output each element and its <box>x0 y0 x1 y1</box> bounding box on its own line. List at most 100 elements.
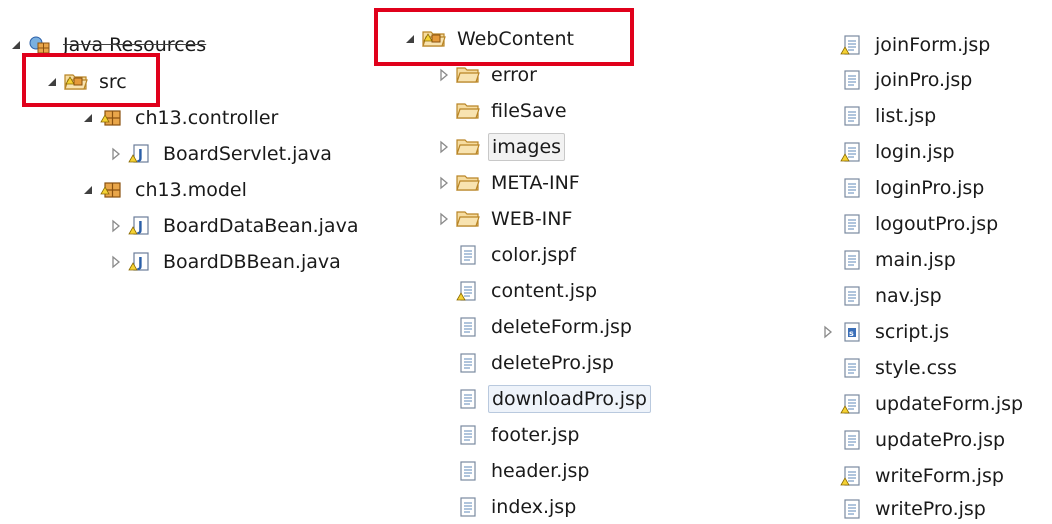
package-icon <box>100 107 124 129</box>
collapsed-twistie-icon[interactable] <box>436 211 452 227</box>
collapsed-twistie-icon[interactable] <box>108 254 124 270</box>
file-icon <box>840 105 864 127</box>
package-icon <box>100 179 124 201</box>
tree-item-file[interactable]: index.jsp <box>436 492 579 522</box>
file-icon <box>840 285 864 307</box>
tree-item-label: login.jsp <box>875 141 955 163</box>
java-file-icon <box>128 215 152 237</box>
tree-item-label: logoutPro.jsp <box>875 213 999 235</box>
tree-item-file[interactable]: script.js <box>820 317 952 347</box>
tree-item-file[interactable]: deletePro.jsp <box>436 348 617 378</box>
tree-item-file[interactable]: login.jsp <box>820 137 958 167</box>
tree-item-file[interactable]: writeForm.jsp <box>820 461 1007 491</box>
java-file-icon <box>128 143 152 165</box>
file-icon <box>456 496 480 518</box>
tree-item-file[interactable]: main.jsp <box>820 245 959 275</box>
tree-item-label: writePro.jsp <box>875 498 986 520</box>
tree-item-label: main.jsp <box>875 249 956 271</box>
collapsed-twistie-icon[interactable] <box>108 146 124 162</box>
tree-item-folder[interactable]: fileSave <box>436 96 570 126</box>
tree-item-label: joinForm.jsp <box>875 34 991 56</box>
tree-item-label: deleteForm.jsp <box>491 316 632 338</box>
tree-item-file[interactable]: updatePro.jsp <box>820 425 1008 455</box>
expanded-twistie-icon[interactable] <box>8 37 24 53</box>
tree-item-java-file[interactable]: BoardDataBean.java <box>108 211 361 241</box>
tree-item-java-file[interactable]: BoardDBBean.java <box>108 247 344 277</box>
tree-item-label: WEB-INF <box>491 208 573 230</box>
collapsed-twistie-icon[interactable] <box>436 175 452 191</box>
file-icon <box>840 357 864 379</box>
tree-item-label: error <box>491 64 537 86</box>
tree-item-label: list.jsp <box>875 105 937 127</box>
tree-item-folder[interactable]: WEB-INF <box>436 204 575 234</box>
tree-item-label: updatePro.jsp <box>875 429 1006 451</box>
tree-item-label: downloadPro.jsp <box>488 385 651 413</box>
tree-item-label: ch13.model <box>135 179 247 201</box>
tree-item-label: style.css <box>875 357 957 379</box>
tree-item-folder[interactable]: images <box>436 132 566 162</box>
tree-item-label: index.jsp <box>491 496 577 518</box>
collapsed-twistie-icon[interactable] <box>820 324 836 340</box>
file-warning-icon <box>840 34 864 56</box>
tree-item-package[interactable]: ch13.model <box>80 175 250 205</box>
tree-item-label: loginPro.jsp <box>875 177 985 199</box>
tree-item-file[interactable]: deleteForm.jsp <box>436 312 635 342</box>
file-icon <box>456 352 480 374</box>
tree-item-file[interactable]: header.jsp <box>436 456 592 486</box>
tree-item-file[interactable]: list.jsp <box>820 101 939 131</box>
tree-item-file[interactable]: nav.jsp <box>820 281 945 311</box>
folder-warning-icon <box>422 28 446 50</box>
tree-item-folder[interactable]: error <box>436 60 540 90</box>
expanded-twistie-icon[interactable] <box>80 110 96 126</box>
tree-item-file[interactable]: joinForm.jsp <box>820 30 993 60</box>
tree-item-file[interactable]: style.css <box>820 353 960 383</box>
collapsed-twistie-icon[interactable] <box>436 139 452 155</box>
tree-item-folder[interactable]: META-INF <box>436 168 583 198</box>
tree-item-file[interactable]: loginPro.jsp <box>820 173 987 203</box>
tree-item-file[interactable]: footer.jsp <box>436 420 582 450</box>
expanded-twistie-icon[interactable] <box>402 31 418 47</box>
file-icon <box>456 316 480 338</box>
folder-icon <box>456 100 480 122</box>
expanded-twistie-icon[interactable] <box>44 74 60 90</box>
js-file-icon <box>840 321 864 343</box>
file-warning-icon <box>840 141 864 163</box>
tree-item-label: META-INF <box>491 172 580 194</box>
file-icon <box>840 498 864 520</box>
tree-item-webcontent[interactable]: WebContent <box>402 24 577 54</box>
tree-item-label: footer.jsp <box>491 424 580 446</box>
tree-item-src[interactable]: src <box>44 67 130 97</box>
tree-item-label: nav.jsp <box>875 285 942 307</box>
tree-item-label: joinPro.jsp <box>875 69 973 91</box>
tree-item-label: content.jsp <box>491 280 598 302</box>
java-resources-icon <box>28 34 52 56</box>
file-icon <box>840 213 864 235</box>
source-folder-icon <box>64 71 88 93</box>
folder-icon <box>456 208 480 230</box>
expanded-twistie-icon[interactable] <box>80 182 96 198</box>
tree-item-file[interactable]: content.jsp <box>436 276 600 306</box>
tree-item-label: BoardServlet.java <box>163 143 332 165</box>
tree-item-label: updateForm.jsp <box>875 393 1024 415</box>
tree-item-file[interactable]: writePro.jsp <box>820 494 989 524</box>
tree-item-label: writeForm.jsp <box>875 465 1004 487</box>
file-icon <box>840 69 864 91</box>
tree-item-label: color.jspf <box>491 244 577 266</box>
file-warning-icon <box>456 280 480 302</box>
file-icon <box>840 177 864 199</box>
file-icon <box>840 429 864 451</box>
tree-item-file-selected[interactable]: downloadPro.jsp <box>436 384 651 414</box>
file-icon <box>840 249 864 271</box>
tree-item-file[interactable]: updateForm.jsp <box>820 389 1026 419</box>
tree-item-file[interactable]: logoutPro.jsp <box>820 209 1001 239</box>
file-icon <box>456 424 480 446</box>
tree-item-package[interactable]: ch13.controller <box>80 103 281 133</box>
file-warning-icon <box>840 465 864 487</box>
tree-item-java-resources[interactable]: Java Resources <box>8 30 209 60</box>
tree-item-label: deletePro.jsp <box>491 352 614 374</box>
tree-item-java-file[interactable]: BoardServlet.java <box>108 139 335 169</box>
collapsed-twistie-icon[interactable] <box>108 218 124 234</box>
collapsed-twistie-icon[interactable] <box>436 67 452 83</box>
tree-item-file[interactable]: color.jspf <box>436 240 579 270</box>
tree-item-file[interactable]: joinPro.jsp <box>820 65 975 95</box>
